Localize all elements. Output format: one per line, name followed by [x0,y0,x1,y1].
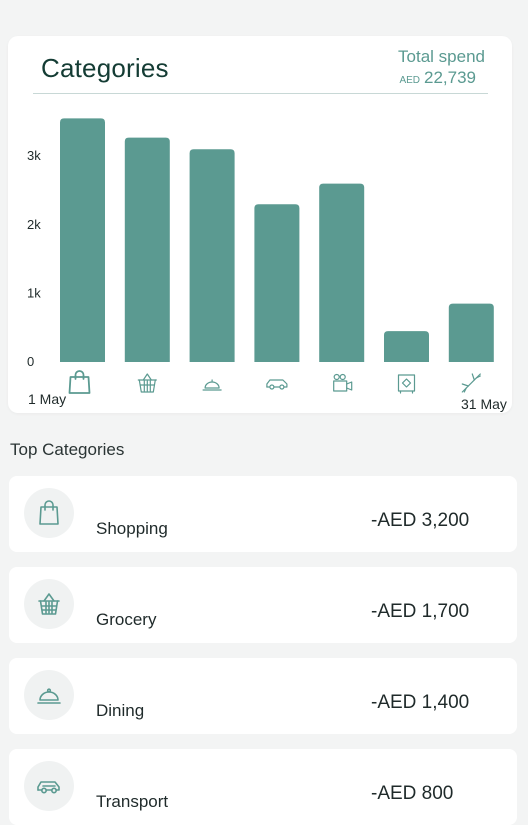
camera-icon[interactable] [333,373,353,392]
bag-icon [24,488,74,538]
bag-icon[interactable] [68,370,91,394]
bar-travel[interactable] [448,303,494,362]
category-name: Dining [96,701,145,720]
bar-dining[interactable] [189,149,235,362]
basket-icon [24,579,74,629]
bar-transport[interactable] [254,204,300,362]
plane-icon[interactable] [461,373,481,393]
top-categories-title: Top Categories [10,440,125,459]
car-icon[interactable] [266,379,288,390]
categories-card: Categories Total spend AED 22,739 0 1k 2k 3k… [8,36,512,413]
category-name: Shopping [96,519,168,538]
date-end: 31 May [461,396,507,412]
bar-shopping[interactable] [60,118,105,362]
bar-entertainment[interactable] [319,183,365,362]
category-row-dining[interactable]: Dining -AED 1,400 [9,658,517,734]
safe-icon[interactable] [397,374,416,394]
date-start: 1 May [28,391,67,407]
category-row-transport[interactable]: Transport -AED 800 [9,749,517,825]
y-tick-label: 3k [27,148,41,163]
category-bar-chart: 0 1k 2k 3k [27,118,494,394]
y-tick-label: 0 [27,354,34,369]
category-name: Grocery [96,610,157,629]
bar-grocery[interactable] [124,137,170,362]
category-row-grocery[interactable]: Grocery -AED 1,700 [9,567,517,643]
category-amount: -AED 1,700 [371,601,470,622]
category-name: Transport [96,792,169,811]
category-amount: -AED 3,200 [371,510,470,531]
cloche-icon [24,670,74,720]
cloche-icon[interactable] [202,379,222,391]
category-amount: -AED 800 [371,783,454,804]
category-amount: -AED 1,400 [371,692,470,713]
car-icon [24,761,74,811]
basket-icon[interactable] [137,373,157,393]
y-tick-label: 1k [27,285,41,300]
y-tick-label: 2k [27,217,41,232]
category-row-shopping[interactable]: Shopping -AED 3,200 [9,476,517,552]
bar-utilities[interactable] [384,331,429,362]
